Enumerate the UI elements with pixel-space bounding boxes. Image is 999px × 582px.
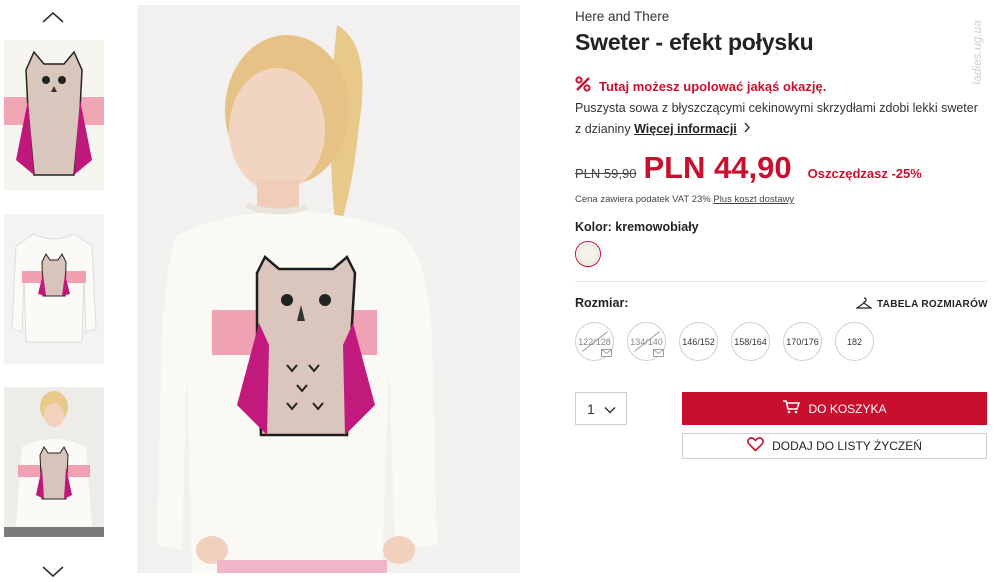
vat-text: Cena zawiera podatek VAT 23% [575,194,711,205]
cart-icon [782,400,801,417]
product-brand[interactable]: Here and There [575,9,669,24]
deal-text: Tutaj możesz upolować jakąś okazję. [599,79,827,94]
hanger-icon [855,297,873,312]
add-to-wishlist-label: DODAJ DO LISTY ŻYCZEŃ [772,439,922,453]
price-row: PLN 59,90 PLN 44,90 Oszczędzasz -25% [575,150,922,186]
color-swatch-cream[interactable] [575,241,601,267]
size-option[interactable]: 158/164 [731,322,770,361]
savings-badge: Oszczędzasz -25% [807,166,922,181]
size-option-label: 122/128 [578,336,611,347]
size-option[interactable]: 182 [835,322,874,361]
size-option[interactable]: 146/152 [679,322,718,361]
chevron-down-icon [604,401,616,417]
quantity-select[interactable]: 1 [575,392,627,425]
color-swatch-fill [577,243,599,265]
size-option-label: 146/152 [682,336,715,347]
thumbnail-3[interactable] [4,387,104,537]
size-option-label: 134/140 [630,336,663,347]
current-price: PLN 44,90 [643,150,792,185]
product-description: Puszysta sowa z błyszczącymi cekinowymi … [575,98,985,140]
thumbnail-2[interactable] [4,214,104,364]
color-label: Kolor: kremowobiały [575,220,699,234]
size-label: Rozmiar: [575,296,629,310]
size-option-label: 170/176 [786,336,819,347]
percent-icon [575,76,591,97]
size-option[interactable]: 122/128 [575,322,614,361]
quantity-value: 1 [587,400,595,417]
main-product-image[interactable] [137,5,520,573]
size-table-label: TABELA ROZMIARÓW [877,299,988,310]
add-to-cart-button[interactable]: DO KOSZYKA [682,392,987,425]
envelope-icon [601,349,612,357]
add-to-wishlist-button[interactable]: DODAJ DO LISTY ŻYCZEŃ [682,433,987,459]
size-options: 122/128 134/140 146/152 158/164 170/176 … [575,322,874,361]
size-option-label: 182 [846,336,863,347]
add-to-cart-label: DO KOSZYKA [808,401,887,416]
deal-notice: Tutaj możesz upolować jakąś okazję. [575,76,826,97]
gallery-up-chevron-icon[interactable] [38,6,68,28]
thumbnail-1[interactable] [4,40,104,190]
more-info-link[interactable]: Więcej informacji [634,122,737,136]
size-table-link[interactable]: TABELA ROZMIARÓW [855,297,988,312]
vat-note: Cena zawiera podatek VAT 23% Plus koszt … [575,194,794,205]
size-option-label: 158/164 [734,336,767,347]
divider [575,281,987,282]
old-price: PLN 59,90 [575,166,637,181]
size-option[interactable]: 134/140 [627,322,666,361]
envelope-icon [653,349,664,357]
chevron-right-icon[interactable] [743,119,751,140]
product-title: Sweter - efekt połysku [575,29,814,55]
gallery-down-chevron-icon[interactable] [38,560,68,582]
shipping-cost-link[interactable]: Plus koszt dostawy [713,194,794,205]
heart-icon [747,437,765,455]
size-option[interactable]: 170/176 [783,322,822,361]
watermark: ladies.ug.ua [970,20,984,85]
